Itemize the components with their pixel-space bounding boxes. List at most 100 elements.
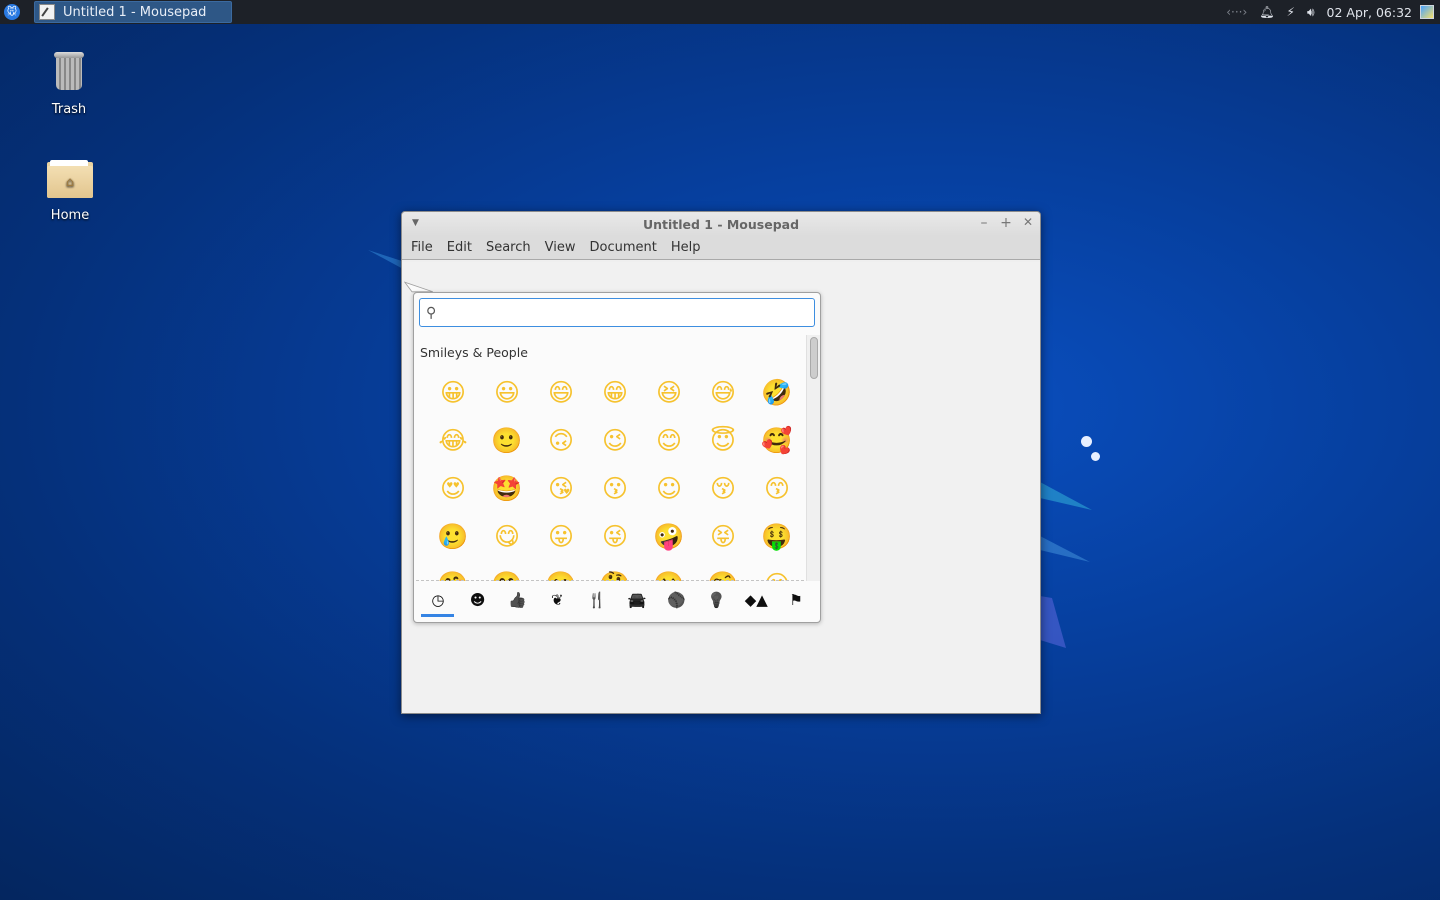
category-tab-travel[interactable]: 🚘 [617,587,657,617]
menu-file[interactable]: File [404,240,440,255]
maximize-button[interactable]: + [998,215,1014,231]
emoji-search-input[interactable] [448,300,814,325]
emoji-button[interactable]: 😙 [750,469,804,517]
emoji-button[interactable]: 🤗 [426,565,480,581]
thumbs-up-icon: 👍 [508,591,527,609]
clock-icon: ◷ [431,591,445,609]
wallpaper-dot [1081,436,1092,447]
taskbar-button-label: Untitled 1 - Mousepad [63,4,207,20]
car-icon: 🚘 [627,591,647,609]
emoji-button[interactable]: ☺ [642,469,696,517]
system-tray: ‹···› 🔔︎ ⚡︎ 🔊︎ 02 Apr, 06:32 [1220,0,1440,24]
applications-menu-button[interactable]: 🐭 [0,0,24,24]
category-tab-recent[interactable]: ◷ [418,587,458,617]
emoji-grid: 😀😃😄😁😆😅🤣 😂🙂🙃😉😊😇🥰 😍🤩😘😗☺😚😙 🥲😋😛😜🤪😝🤑 🤗🤭🤫🤔🤐🤨😐 [426,373,804,581]
emoji-button[interactable]: 😍 [426,469,480,517]
emoji-button[interactable]: 🤪 [642,517,696,565]
search-icon: ⚲ [426,304,437,321]
emoji-button[interactable]: 🥲 [426,517,480,565]
emoji-button[interactable]: 😋 [480,517,534,565]
emoji-button[interactable]: 😃 [480,373,534,421]
emoji-button[interactable]: 😀 [426,373,480,421]
desktop-icon-label: Trash [51,102,87,117]
taskbar-button-mousepad[interactable]: Untitled 1 - Mousepad [34,1,232,23]
emoji-button[interactable]: 😘 [534,469,588,517]
category-tab-objects[interactable]: 💡 [697,587,737,617]
emoji-button[interactable]: 😉 [588,421,642,469]
category-tab-body[interactable]: 👍 [498,587,538,617]
emoji-button[interactable]: 😆 [642,373,696,421]
emoji-button[interactable]: 🥰 [750,421,804,469]
menu-edit[interactable]: Edit [440,240,479,255]
emoji-button[interactable]: 😊 [642,421,696,469]
network-icon[interactable]: ‹···› [1226,5,1247,19]
menu-bar: File Edit Search View Document Help [402,236,1040,260]
wallpaper-dot [1091,452,1100,461]
top-panel: 🐭 Untitled 1 - Mousepad ‹···› 🔔︎ ⚡︎ 🔊︎ 0… [0,0,1440,24]
home-folder-icon: ⌂ [47,160,93,198]
power-icon[interactable]: ⚡︎ [1287,5,1295,19]
category-tab-food[interactable]: 🍴 [577,587,617,617]
minimize-button[interactable]: – [976,215,992,231]
clock[interactable]: 02 Apr, 06:32 [1327,5,1412,20]
shapes-icon: ◆▲ [744,591,768,609]
emoji-search-field[interactable]: ⚲ [419,298,815,327]
category-tab-symbols[interactable]: ◆▲ [736,587,776,617]
ball-icon: ⚾ [667,591,687,609]
emoji-button[interactable]: 🤭 [480,565,534,581]
text-editor-icon [39,4,55,20]
emoji-button[interactable]: 🤑 [750,517,804,565]
window-title: Untitled 1 - Mousepad [642,216,800,232]
menu-view[interactable]: View [538,240,583,255]
menu-document[interactable]: Document [582,240,663,255]
menu-search[interactable]: Search [479,240,538,255]
scrollbar[interactable] [806,335,820,581]
desktop-icon-trash[interactable]: Trash [29,50,109,117]
window-titlebar[interactable]: ▼ Untitled 1 - Mousepad – + ✕ [402,212,1040,236]
emoji-button[interactable]: 🤔 [588,565,642,581]
emoji-button[interactable]: 😛 [534,517,588,565]
smiley-icon: ☻ [469,591,486,609]
trash-icon [54,50,84,92]
desktop-icon-label: Home [50,208,90,223]
bell-icon[interactable]: 🔔︎ [1259,5,1274,19]
emoji-scroll-area[interactable]: Smileys & People 😀 😃 😄 😁 😆 😅 🤣 😂 🙂 🙃 😉 😊 😇 🥰 😍 🤩 😘 😗 ☺ 😚 😙 🥲 😋… [414,335,806,581]
category-tab-activities[interactable]: ⚾ [657,587,697,617]
emoji-button[interactable]: 🤨 [696,565,750,581]
scrollbar-thumb[interactable] [810,337,818,379]
emoji-button[interactable]: 🤩 [480,469,534,517]
emoji-button[interactable]: 😜 [588,517,642,565]
emoji-button[interactable]: 😝 [696,517,750,565]
emoji-button[interactable]: 🙃 [534,421,588,469]
emoji-button[interactable]: 🤐 [642,565,696,581]
user-picture-icon[interactable] [1420,5,1434,19]
section-divider [416,580,804,581]
emoji-button[interactable]: 😂 [426,421,480,469]
category-tab-flags[interactable]: ⚑ [776,587,816,617]
emoji-button[interactable]: 🙂 [480,421,534,469]
xfce-mouse-icon: 🐭 [4,4,20,20]
desktop-icon-home[interactable]: ⌂ Home [30,160,110,223]
menu-help[interactable]: Help [664,240,708,255]
speaker-icon[interactable]: 🔊︎ [1307,5,1315,20]
fork-knife-icon: 🍴 [587,591,607,609]
section-title: Smileys & People [420,345,528,360]
emoji-chooser-popover: ⚲ Smileys & People 😀 😃 😄 😁 😆 😅 🤣 😂 🙂 🙃 😉 😊 😇 🥰 😍 🤩 😘 😗 ☺ 😚 😙… [413,292,821,623]
emoji-category-bar: ◷ ☻ 👍 ❦ 🍴 🚘 ⚾ 💡 ◆▲ ⚑ [418,587,816,617]
emoji-button[interactable]: 🤫 [534,565,588,581]
emoji-button[interactable]: 😄 [534,373,588,421]
lightbulb-icon: 💡 [707,591,726,609]
window-menu-button[interactable]: ▼ [412,218,419,228]
emoji-button[interactable]: 😗 [588,469,642,517]
emoji-button[interactable]: 🤣 [750,373,804,421]
flag-icon: ⚑ [789,591,803,609]
emoji-button[interactable]: 😁 [588,373,642,421]
emoji-button[interactable]: 😅 [696,373,750,421]
emoji-button[interactable]: 😐 [750,565,804,581]
category-tab-smileys-people[interactable]: ☻ [458,587,498,617]
close-button[interactable]: ✕ [1020,215,1036,229]
emoji-button[interactable]: 😚 [696,469,750,517]
category-tab-nature[interactable]: ❦ [537,587,577,617]
emoji-button[interactable]: 😇 [696,421,750,469]
leaf-icon: ❦ [551,591,564,609]
